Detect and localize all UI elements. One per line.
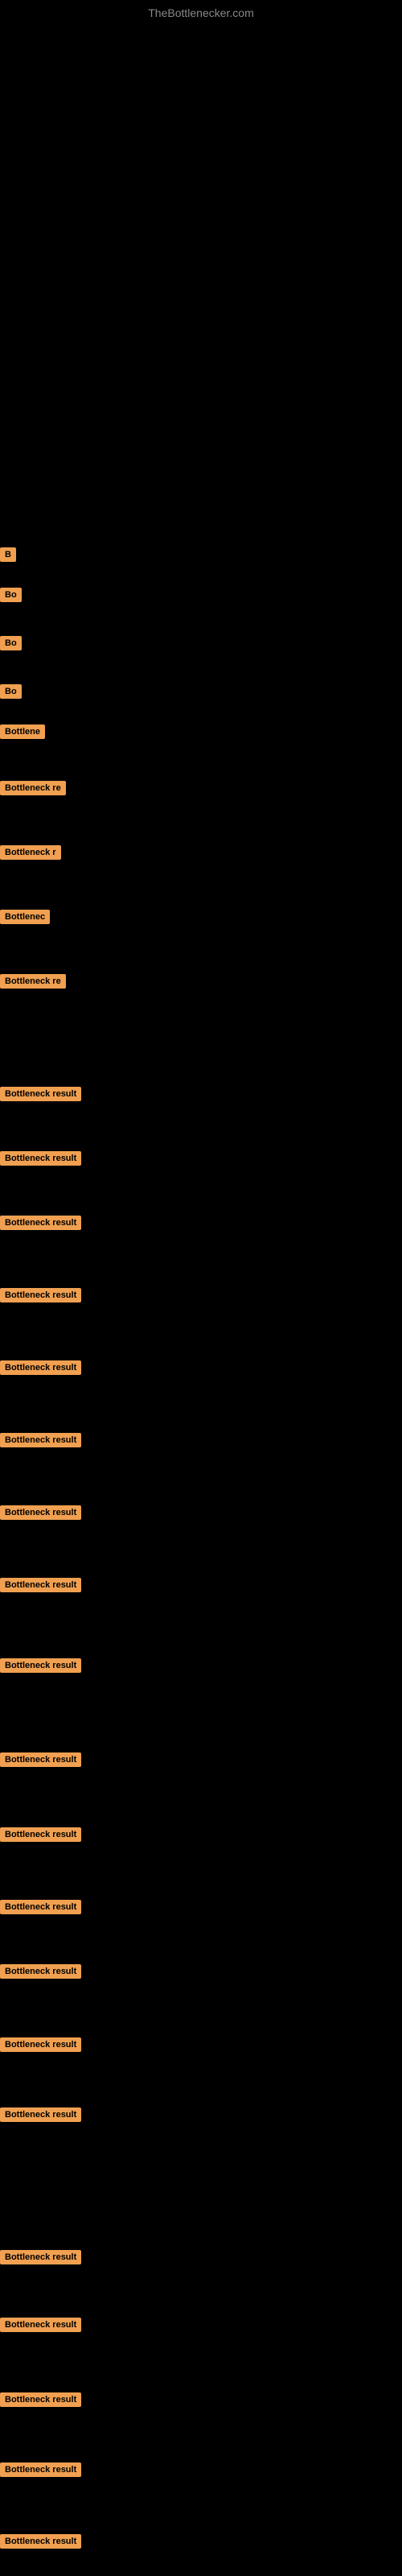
bottleneck-result-label: Bottleneck result [0, 1578, 81, 1592]
bottleneck-result-label: Bottleneck result [0, 2318, 81, 2332]
bottleneck-result-label: Bottleneck result [0, 1964, 81, 1979]
bottleneck-result-label: Bottlene [0, 724, 45, 739]
bottleneck-result-label: Bottleneck result [0, 2462, 81, 2477]
bottleneck-result-label: Bottlenec [0, 910, 50, 924]
bottleneck-result-label: Bo [0, 636, 22, 650]
bottleneck-result-label: Bottleneck r [0, 845, 61, 860]
bottleneck-result-label: Bottleneck result [0, 2534, 81, 2549]
bottleneck-result-label: Bottleneck result [0, 1151, 81, 1166]
bottleneck-result-label: Bottleneck result [0, 1216, 81, 1230]
bottleneck-result-label: Bottleneck result [0, 1827, 81, 1842]
bottleneck-result-label: Bottleneck result [0, 1900, 81, 1914]
bottleneck-result-label: Bottleneck result [0, 1288, 81, 1302]
bottleneck-result-label: Bottleneck result [0, 1360, 81, 1375]
bottleneck-result-label: Bo [0, 588, 22, 602]
bottleneck-result-label: Bottleneck result [0, 2250, 81, 2264]
bottleneck-result-label: Bottleneck result [0, 1433, 81, 1447]
bottleneck-result-label: B [0, 547, 16, 562]
bottleneck-result-label: Bottleneck result [0, 2107, 81, 2122]
bottleneck-result-label: Bottleneck re [0, 781, 66, 795]
bottleneck-result-label: Bottleneck result [0, 1505, 81, 1520]
bottleneck-result-label: Bottleneck result [0, 1087, 81, 1101]
site-title: TheBottlenecker.com [148, 6, 254, 19]
bottleneck-result-label: Bottleneck result [0, 1658, 81, 1673]
bottleneck-result-label: Bottleneck re [0, 974, 66, 989]
bottleneck-result-label: Bo [0, 684, 22, 699]
bottleneck-result-label: Bottleneck result [0, 1752, 81, 1767]
bottleneck-result-label: Bottleneck result [0, 2392, 81, 2407]
bottleneck-result-label: Bottleneck result [0, 2037, 81, 2052]
